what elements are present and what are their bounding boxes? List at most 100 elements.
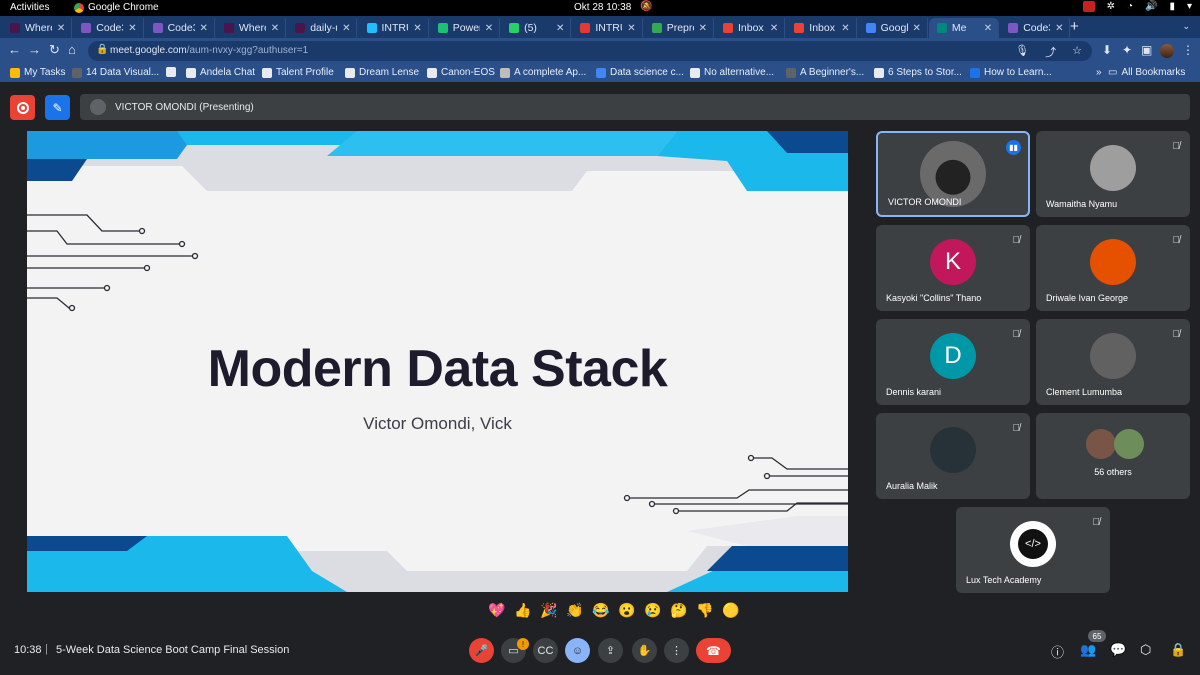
reaction-emoji[interactable]: 🎉: [540, 602, 558, 619]
close-icon[interactable]: ✕: [556, 23, 564, 34]
close-icon[interactable]: ✕: [485, 23, 493, 34]
participant-tile[interactable]: D 🎙̸ Dennis karani: [876, 319, 1030, 405]
activities-button[interactable]: Activities: [10, 2, 49, 13]
bookmark-item[interactable]: [166, 67, 180, 77]
participant-tile[interactable]: 🎙̸ Auralia Malik: [876, 413, 1030, 499]
raise-hand-button[interactable]: ✋: [632, 638, 657, 663]
microphone-toggle-button[interactable]: 🎤: [469, 638, 494, 663]
bookmark-item[interactable]: Dream Lense: [345, 67, 419, 78]
bookmark-item[interactable]: How to Learn...: [970, 67, 1052, 78]
close-icon[interactable]: ✕: [699, 23, 707, 34]
browser-tab[interactable]: Code3 ✕: [73, 18, 144, 38]
browser-tab[interactable]: INTRU ✕: [359, 18, 429, 38]
all-bookmarks[interactable]: ▭ All Bookmarks: [1108, 67, 1185, 78]
present-screen-button[interactable]: ⇪: [598, 638, 623, 663]
browser-tab[interactable]: Power ✕: [430, 18, 501, 38]
activities-icon[interactable]: ⬡: [1140, 642, 1151, 658]
activities-panel-button[interactable]: ✎: [45, 95, 70, 120]
bookmarks-overflow-icon[interactable]: »: [1096, 67, 1102, 78]
app-menu[interactable]: Google Chrome: [74, 2, 159, 13]
presenter-chip[interactable]: VICTOR OMONDI (Presenting): [80, 94, 1190, 120]
reaction-emoji[interactable]: 😂: [592, 602, 610, 619]
bookmark-item[interactable]: Talent Profile: [262, 67, 334, 78]
bookmark-item[interactable]: Andela Chat: [186, 67, 255, 78]
side-panel-icon[interactable]: ▣: [1141, 43, 1152, 57]
reactions-button[interactable]: ☺: [565, 638, 590, 663]
menu-icon[interactable]: ⋮: [1182, 43, 1194, 57]
close-icon[interactable]: ✕: [770, 23, 778, 34]
leave-call-button[interactable]: ☎: [696, 638, 731, 663]
close-icon[interactable]: ✕: [984, 23, 992, 34]
captions-button[interactable]: CC: [533, 638, 558, 663]
new-tab-button[interactable]: +: [1070, 18, 1079, 35]
back-icon[interactable]: ←: [8, 42, 21, 57]
bookmark-item[interactable]: My Tasks: [10, 67, 66, 78]
microphone-icon[interactable]: 🎙: [1015, 44, 1029, 60]
reaction-emoji[interactable]: 😢: [644, 602, 662, 619]
browser-tab[interactable]: Where ✕: [2, 18, 73, 38]
browser-tab[interactable]: INTRU ✕: [572, 18, 643, 38]
tab-search-icon[interactable]: ⌄: [1182, 21, 1190, 32]
close-icon[interactable]: ✕: [841, 23, 849, 34]
recording-button[interactable]: [10, 95, 35, 120]
close-icon[interactable]: ✕: [271, 23, 279, 34]
close-icon[interactable]: ✕: [342, 23, 350, 34]
bookmark-item[interactable]: 14 Data Visual...: [72, 67, 159, 78]
browser-tab[interactable]: Code3 ✕: [145, 18, 215, 38]
close-icon[interactable]: ✕: [913, 23, 921, 34]
share-icon[interactable]: ⤴: [1045, 44, 1056, 60]
participant-tile[interactable]: K 🎙̸ Kasyoki "Collins" Thano: [876, 225, 1030, 311]
people-icon[interactable]: 👥: [1080, 642, 1096, 658]
reaction-emoji[interactable]: 👎: [696, 602, 714, 619]
browser-tab[interactable]: Inbox ✕: [715, 18, 786, 38]
bookmark-item[interactable]: 6 Steps to Stor...: [874, 67, 962, 78]
close-icon[interactable]: ✕: [627, 23, 635, 34]
address-bar[interactable]: 🔒 meet.google.com/aum-nvxy-xgg?authuser=…: [88, 41, 1092, 61]
home-icon[interactable]: ⌂: [68, 42, 76, 57]
participant-tile[interactable]: 56 others: [1036, 413, 1190, 499]
clock[interactable]: Okt 28 10:38: [574, 2, 631, 13]
reaction-emoji[interactable]: 😮: [618, 602, 636, 619]
chat-icon[interactable]: 💬: [1110, 642, 1126, 658]
participant-tile[interactable]: 🎙̸ Wamaitha Nyamu: [1036, 131, 1190, 217]
reaction-emoji[interactable]: 🟡: [722, 602, 740, 619]
participant-tile[interactable]: 🎙̸ Driwale Ivan George: [1036, 225, 1190, 311]
forward-icon[interactable]: →: [28, 42, 41, 57]
bookmark-item[interactable]: Canon-EOS: [427, 67, 495, 78]
close-icon[interactable]: ✕: [413, 23, 421, 34]
close-icon[interactable]: ✕: [200, 23, 208, 34]
close-icon[interactable]: ✕: [128, 23, 136, 34]
extensions-icon[interactable]: ✦: [1122, 43, 1132, 57]
browser-tab[interactable]: (5) ✕: [501, 18, 572, 38]
browser-tab[interactable]: Code3 ✕: [1000, 18, 1071, 38]
bookmark-item[interactable]: A Beginner's...: [786, 67, 864, 78]
screen-record-icon[interactable]: [1082, 1, 1095, 12]
meeting-info-icon[interactable]: ⓘ: [1051, 642, 1064, 661]
browser-tab[interactable]: Me ✕: [928, 18, 1000, 38]
more-options-button[interactable]: ⋮: [664, 638, 689, 663]
host-controls-icon[interactable]: 🔒: [1170, 642, 1186, 658]
bookmark-item[interactable]: No alternative...: [690, 67, 774, 78]
participant-tile[interactable]: ▮▮ VICTOR OMONDI: [876, 131, 1030, 217]
bookmark-star-icon[interactable]: ☆: [1072, 44, 1082, 60]
reload-icon[interactable]: ↻: [49, 42, 60, 58]
download-icon[interactable]: ⬇: [1102, 43, 1112, 57]
bookmark-item[interactable]: Data science c...: [596, 67, 684, 78]
system-tray[interactable]: ✲ ◔ 🔊 ▮ ▾: [1082, 1, 1192, 12]
participant-tile[interactable]: 🎙̸ Clement Lumumba: [1036, 319, 1190, 405]
bookmark-item[interactable]: A complete Ap...: [500, 67, 586, 78]
close-icon[interactable]: ✕: [57, 23, 65, 34]
lock-icon[interactable]: 🔒: [96, 44, 108, 55]
profile-avatar[interactable]: [1160, 44, 1174, 58]
browser-tab[interactable]: Inbox ✕: [786, 18, 857, 38]
reaction-emoji[interactable]: 👏: [566, 602, 584, 619]
browser-tab[interactable]: Where ✕: [216, 18, 287, 38]
browser-tab[interactable]: Prepro ✕: [644, 18, 714, 38]
browser-tab[interactable]: daily-u ✕: [287, 18, 358, 38]
close-icon[interactable]: ✕: [1055, 23, 1063, 34]
participant-tile[interactable]: </> 🎙̸ Lux Tech Academy: [956, 507, 1110, 593]
reaction-emoji[interactable]: 👍: [514, 602, 532, 619]
reaction-emoji[interactable]: 💖: [488, 602, 506, 619]
reaction-emoji[interactable]: 🤔: [670, 602, 688, 619]
browser-tab[interactable]: Googl ✕: [858, 18, 928, 38]
